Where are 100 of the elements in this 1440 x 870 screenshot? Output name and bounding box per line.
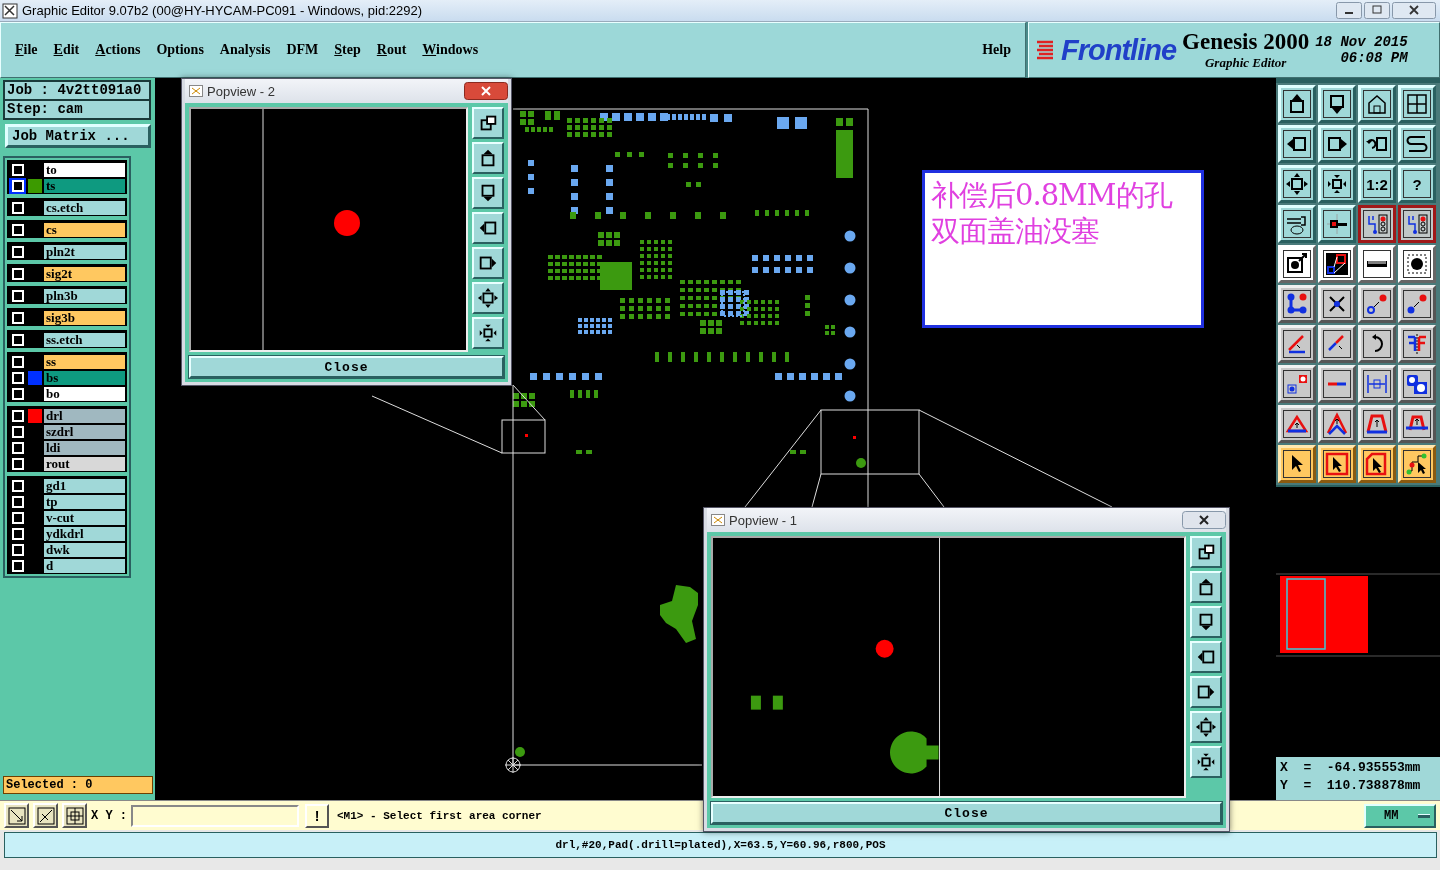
layer-name[interactable]: pln3b (44, 289, 125, 303)
units-dropdown[interactable]: MM (1364, 803, 1436, 828)
layer-name[interactable]: ss.etch (44, 333, 125, 347)
view-tool-button[interactable] (472, 107, 504, 139)
view-tool-button[interactable] (472, 177, 504, 209)
layer-name[interactable]: sig3b (44, 311, 125, 325)
xy-input-field[interactable] (131, 804, 299, 827)
layer-checkbox[interactable] (11, 388, 24, 400)
tool-button[interactable] (33, 803, 58, 828)
toolbar-button[interactable] (1358, 205, 1396, 243)
layer-checkbox[interactable] (11, 458, 24, 470)
brand-logo: Frontline (1061, 33, 1177, 67)
layer-checkbox[interactable] (11, 312, 24, 324)
layer-name[interactable]: drl (44, 409, 125, 423)
view-tool-button[interactable] (1190, 606, 1222, 638)
layer-name[interactable]: ydkdrl (44, 527, 125, 541)
menu-item[interactable]: File (15, 42, 38, 58)
tool-button[interactable] (4, 803, 29, 828)
layer-name[interactable]: to (44, 163, 125, 177)
drill-hole (334, 210, 360, 236)
menu-item[interactable]: Edit (53, 42, 80, 58)
view-tool-button[interactable] (1190, 641, 1222, 673)
hollow-dot-arrow-icon (1365, 292, 1389, 316)
menu-item[interactable]: Rout (376, 42, 407, 58)
layer-checkbox[interactable] (11, 480, 24, 492)
layer-checkbox[interactable] (11, 372, 24, 384)
layer-checkbox[interactable] (11, 426, 24, 438)
layer-checkbox[interactable] (11, 496, 24, 508)
layer-name[interactable]: d (44, 559, 125, 573)
popview-title: Popview - 2 (207, 83, 275, 99)
toolbar-button[interactable] (1398, 205, 1436, 243)
menu-item[interactable]: Help (982, 42, 1011, 58)
menu-item[interactable]: Windows (422, 42, 479, 58)
layer-name[interactable]: rout (44, 457, 125, 471)
menu-item[interactable]: Actions (95, 42, 141, 58)
menu-item[interactable]: Options (156, 42, 204, 58)
layer-checkbox[interactable] (11, 528, 24, 540)
layer-name[interactable]: szdrl (44, 425, 125, 439)
layer-checkbox[interactable] (11, 334, 24, 346)
layer-checkbox[interactable] (11, 164, 24, 176)
layer-name[interactable]: ss (44, 355, 125, 369)
view-tool-icon (477, 287, 499, 309)
layer-name[interactable]: bs (44, 371, 125, 385)
product-subtitle: Graphic Editor (1205, 55, 1287, 71)
xy-label: X Y : (91, 808, 127, 823)
layer-checkbox[interactable] (11, 356, 24, 368)
layer-checkbox[interactable] (11, 246, 24, 258)
square-dot-arrow-icon (1285, 372, 1309, 396)
layer-name[interactable]: v-cut (44, 511, 125, 525)
view-tool-button[interactable] (472, 317, 504, 349)
layer-name[interactable]: bo (44, 387, 125, 401)
popview-title: Popview - 1 (729, 512, 797, 528)
alert-button[interactable]: ! (305, 803, 329, 828)
tool-button[interactable] (62, 803, 87, 828)
view-tool-button[interactable] (472, 247, 504, 279)
close-button[interactable]: Close (711, 802, 1222, 824)
layer-name[interactable]: ldi (44, 441, 125, 455)
view-tool-button[interactable] (1190, 676, 1222, 708)
note-text: 双面盖油没塞 (931, 213, 1099, 249)
view-tool-button[interactable] (1190, 571, 1222, 603)
house-icon (1365, 92, 1389, 116)
view-tool-button[interactable] (1190, 746, 1222, 778)
view-tool-icon (1195, 751, 1217, 773)
layer-name[interactable]: tp (44, 495, 125, 509)
layer-name[interactable]: sig2t (44, 267, 125, 281)
layer-name[interactable]: dwk (44, 543, 125, 557)
layer-checkbox[interactable] (11, 544, 24, 556)
layer-checkbox[interactable] (11, 560, 24, 572)
layer-checkbox[interactable] (11, 512, 24, 524)
view-tool-button[interactable] (472, 142, 504, 174)
layer-name[interactable]: pln2t (44, 245, 125, 259)
layer-name[interactable]: cs.etch (44, 201, 125, 215)
layer-checkbox[interactable] (11, 268, 24, 280)
layer-checkbox[interactable] (11, 224, 24, 236)
toolbar-button[interactable]: ? (1398, 165, 1436, 203)
view-tool-button[interactable] (1190, 536, 1222, 568)
status-message: drl,#20,Pad(.drill=plated),X=63.5,Y=60.96,r800,POS (4, 832, 1437, 858)
menu-item[interactable]: Analysis (219, 42, 271, 58)
layer-checkbox[interactable] (11, 410, 24, 422)
view-tool-button[interactable] (472, 212, 504, 244)
close-button[interactable]: Close (189, 356, 504, 378)
view-tool-button[interactable] (472, 282, 504, 314)
layer-checkbox[interactable] (11, 442, 24, 454)
grid-snap-icon (64, 805, 85, 826)
job-matrix-button[interactable]: Job Matrix ... (5, 124, 151, 148)
window-icon (711, 514, 725, 526)
view-tool-button[interactable] (1190, 711, 1222, 743)
product-name: Genesis 2000 (1182, 29, 1310, 55)
menu-item[interactable]: Step (334, 42, 361, 58)
solid-dot-arrow-icon (1405, 292, 1429, 316)
layer-checkbox[interactable] (11, 202, 24, 214)
grid-window-icon (1405, 92, 1429, 116)
toolbar-button[interactable]: 1:2 (1358, 165, 1396, 203)
layer-name[interactable]: cs (44, 223, 125, 237)
close-icon (1392, 2, 1436, 19)
menu-item[interactable]: DFM (286, 42, 319, 58)
layer-checkbox[interactable] (11, 290, 24, 302)
layer-name[interactable]: gd1 (44, 479, 125, 493)
time-label: 06:08 PM (1340, 50, 1408, 66)
layer-name[interactable]: ts (44, 179, 125, 193)
